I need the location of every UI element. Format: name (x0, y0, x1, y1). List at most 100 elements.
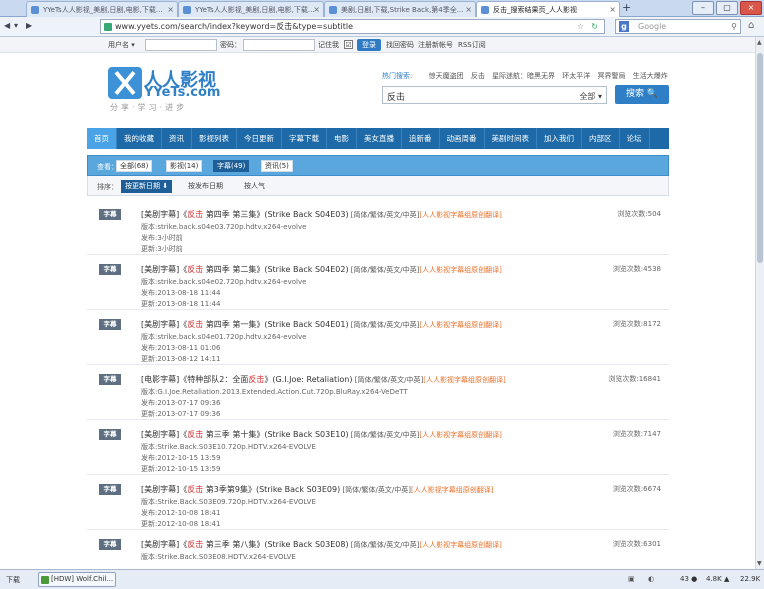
result-version: 版本:G.I.Joe.Retaliation.2013.Extended.Act… (141, 388, 408, 396)
sort-by-publish[interactable]: 按发布日期 (184, 180, 227, 193)
filter-news[interactable]: 资讯(5) (261, 160, 293, 172)
nav-item-home[interactable]: 首页 (87, 128, 117, 149)
login-button[interactable]: 登录 (357, 39, 381, 51)
hot-search-item[interactable]: 反击 (471, 72, 485, 80)
result-views: 浏览次数:8172 (612, 320, 661, 328)
result-views: 浏览次数:7147 (612, 430, 661, 438)
hot-search-item[interactable]: 冥界警局 (598, 72, 626, 80)
tab-label: YYeTs人人影视_美剧,日剧,电影,下载... (195, 6, 315, 14)
close-tab-icon[interactable]: × (609, 5, 616, 14)
nav-item-schedule[interactable]: 美剧时间表 (485, 128, 537, 149)
result-updated: 更新:2013-08-12 14:11 (141, 355, 221, 363)
back-dropdown-icon[interactable]: ▾ (14, 21, 18, 30)
hot-search-item[interactable]: 环太平洋 (562, 72, 590, 80)
forward-icon[interactable]: ▶ (26, 21, 32, 30)
minimize-button[interactable]: – (692, 1, 714, 15)
username-label[interactable]: 用户名 ▾ (108, 40, 135, 50)
sort-bar: 排序： 按更新日期 ⬇ 按发布日期 按人气 (87, 176, 669, 196)
result-updated: 更新:2012-10-08 18:41 (141, 520, 221, 528)
filter-bar: 查看： 全部(68) 影视(14) 字幕(49) 资讯(5) (87, 155, 669, 176)
result-title-link[interactable]: [美剧字幕]《反击 第三季 第十集》(Strike Back S03E10) [… (141, 429, 502, 440)
nav-item-live[interactable]: 美女直播 (357, 128, 402, 149)
close-window-button[interactable]: × (740, 1, 762, 15)
result-title-link[interactable]: [美剧字幕]《反击 第三季 第八集》(Strike Back S03E08) [… (141, 539, 502, 550)
search-engine-icon[interactable]: g (619, 21, 629, 32)
vertical-scrollbar[interactable]: ▲ ▼ (755, 37, 764, 569)
title-prefix: [美剧字幕]《 (141, 430, 188, 439)
tray-icon[interactable]: ▣ (628, 575, 635, 583)
close-tab-icon[interactable]: × (313, 5, 320, 14)
sort-label: 排序： (97, 183, 118, 191)
tray-icon[interactable]: ◐ (648, 575, 654, 583)
nav-item-list[interactable]: 影视列表 (192, 128, 237, 149)
browser-tab-3[interactable]: 美剧,日剧,下载,Strike Back,第4季全... × (324, 1, 476, 17)
result-title-link[interactable]: [美剧字幕]《反击 第3季第9集》(Strike Back S03E09) [简… (141, 484, 493, 495)
hot-search-item[interactable]: 惊天魔盗团 (429, 72, 464, 80)
nav-item-anime-weekly[interactable]: 动画周番 (440, 128, 485, 149)
nav-item-internal[interactable]: 内部区 (582, 128, 620, 149)
title-formats: [简体/繁体/英文/中英] (352, 376, 424, 384)
new-tab-button[interactable]: + (622, 2, 631, 14)
maximize-button[interactable]: ▢ (716, 1, 738, 15)
result-version: 版本:strike.back.s04e03.720p.hdtv.x264-evo… (141, 223, 307, 231)
forgot-password-link[interactable]: 找回密码 (386, 40, 414, 50)
nav-item-today[interactable]: 今日更新 (237, 128, 282, 149)
subtitle-badge: 字幕 (99, 264, 121, 275)
site-identity-icon (104, 23, 112, 31)
back-icon[interactable]: ◀ (4, 21, 10, 30)
title-formats: [简体/繁体/英文/中英] (348, 431, 420, 439)
bookmark-star-icon[interactable]: ☆ (577, 20, 584, 33)
scroll-up-icon[interactable]: ▲ (757, 39, 762, 46)
result-title-link[interactable]: [美剧字幕]《反击 第四季 第二集》(Strike Back S04E02) [… (141, 264, 502, 275)
filter-video[interactable]: 影视(14) (166, 160, 203, 172)
title-group: [人人影视字幕组原创翻译] (410, 486, 494, 494)
sort-by-popularity[interactable]: 按人气 (240, 180, 269, 193)
nav-item-movies[interactable]: 电影 (327, 128, 357, 149)
nav-item-anime-new[interactable]: 追新番 (402, 128, 440, 149)
scroll-down-icon[interactable]: ▼ (757, 560, 762, 567)
result-published: 发布:2012-10-08 18:41 (141, 509, 221, 517)
sort-by-update[interactable]: 按更新日期 ⬇ (121, 180, 173, 193)
username-input[interactable] (145, 39, 217, 51)
reload-icon[interactable]: ↻ (591, 20, 598, 33)
browser-tab-active[interactable]: 反击_搜索结果页_人人影视 × (476, 1, 620, 17)
nav-item-forum[interactable]: 论坛 (620, 128, 650, 149)
filter-subtitle[interactable]: 字幕(49) (213, 160, 250, 172)
result-item: 字幕 [美剧字幕]《反击 第三季 第十集》(Strike Back S03E10)… (87, 420, 669, 475)
rss-link[interactable]: RSS订阅 (458, 40, 486, 50)
browser-tab-2[interactable]: YYeTs人人影视_美剧,日剧,电影,下载... × (178, 1, 324, 17)
download-label[interactable]: 下载 (6, 575, 20, 585)
title-group: [人人影视字幕组原创翻译] (419, 431, 502, 439)
hot-search-item[interactable]: 生活大爆炸 (633, 72, 668, 80)
remember-checkbox[interactable]: ☑ (344, 40, 353, 49)
home-icon[interactable]: ⌂ (748, 20, 754, 31)
nav-item-favorites[interactable]: 我的收藏 (117, 128, 162, 149)
result-title-link[interactable]: [美剧字幕]《反击 第四季 第三集》(Strike Back S04E03) [… (141, 209, 502, 220)
result-item: 字幕 [美剧字幕]《反击 第四季 第三集》(Strike Back S04E03)… (87, 200, 669, 255)
password-input[interactable] (243, 39, 315, 51)
address-bar[interactable]: www.yyets.com/search/index?keyword=反击&ty… (100, 19, 605, 34)
close-tab-icon[interactable]: × (465, 5, 472, 14)
search-icon[interactable]: ⚲ (731, 20, 737, 33)
nav-item-join[interactable]: 加入我们 (537, 128, 582, 149)
search-button[interactable]: 搜索 🔍 (615, 85, 669, 104)
result-title-link[interactable]: [电影字幕]《特种部队2：全面反击》(G.I.Joe: Retaliation)… (141, 374, 506, 385)
hot-search-item[interactable]: 星际迷航：暗黑无界 (492, 72, 555, 80)
nav-item-subtitles[interactable]: 字幕下载 (282, 128, 327, 149)
browser-search-box[interactable]: g Google ⚲ (615, 19, 741, 34)
site-search-input[interactable]: 反击 全部 ▾ (382, 86, 607, 104)
nav-item-news[interactable]: 资讯 (162, 128, 192, 149)
close-tab-icon[interactable]: × (167, 5, 174, 14)
title-keyword: 反击 (187, 540, 204, 549)
title-group: [人人影视字幕组原创翻译] (423, 376, 506, 384)
filter-all[interactable]: 全部(68) (116, 160, 153, 172)
title-keyword: 反击 (248, 375, 265, 384)
scroll-thumb[interactable] (757, 53, 763, 263)
result-updated: 更新:2013-08-18 11:44 (141, 300, 221, 308)
register-link[interactable]: 注册新帐号 (418, 40, 453, 50)
search-query-text: 反击 (387, 93, 406, 103)
result-title-link[interactable]: [美剧字幕]《反击 第四季 第一集》(Strike Back S04E01) [… (141, 319, 502, 330)
taskbar-download-item[interactable]: [HDW] Wolf.Chil... (38, 572, 116, 587)
search-category-select[interactable]: 全部 ▾ (579, 91, 602, 102)
browser-tab-1[interactable]: YYeTs人人影视_美剧,日剧,电影,下载... × (26, 1, 178, 17)
